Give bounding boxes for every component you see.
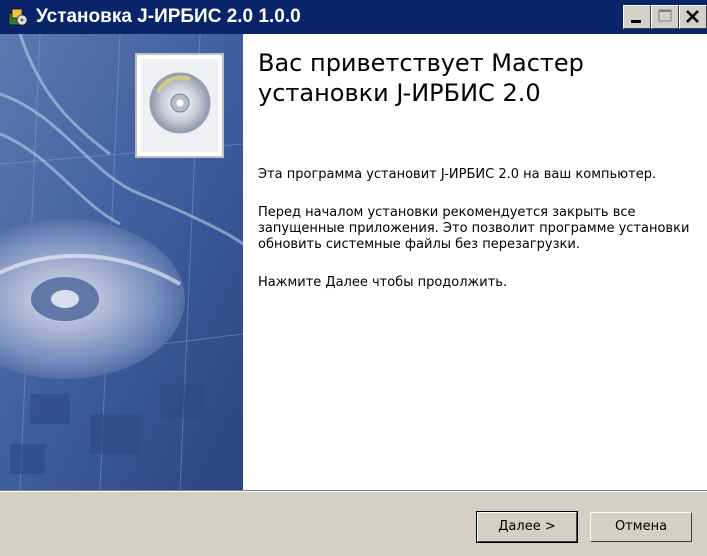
- window-title: Установка J-ИРБИС 2.0 1.0.0: [36, 6, 301, 27]
- close-apps-text: Перед началом установки рекомендуется за…: [258, 205, 690, 252]
- welcome-heading: Вас приветствует Мастер установки J-ИРБИ…: [258, 49, 584, 107]
- minimize-button[interactable]: [623, 5, 651, 29]
- intro-text: Эта программа установит J-ИРБИС 2.0 на в…: [258, 167, 657, 182]
- close-icon: [686, 10, 699, 23]
- maximize-button[interactable]: [651, 5, 679, 29]
- wizard-panel: Вас приветствует Мастер установки J-ИРБИ…: [0, 34, 707, 490]
- next-button[interactable]: Далее >: [476, 511, 578, 543]
- minimize-icon: [631, 20, 641, 23]
- installer-app-icon: [8, 7, 28, 27]
- close-button[interactable]: [679, 5, 707, 29]
- title-bar[interactable]: Установка J-ИРБИС 2.0 1.0.0: [0, 0, 707, 34]
- installer-window: Установка J-ИРБИС 2.0 1.0.0 Вас приветст…: [0, 0, 707, 556]
- cancel-button[interactable]: Отмена: [590, 512, 692, 542]
- separator-highlight: [0, 491, 707, 492]
- wizard-side-image: [0, 34, 243, 490]
- continue-text: Нажмите Далее чтобы продолжить.: [258, 275, 508, 290]
- maximize-icon: [658, 9, 672, 22]
